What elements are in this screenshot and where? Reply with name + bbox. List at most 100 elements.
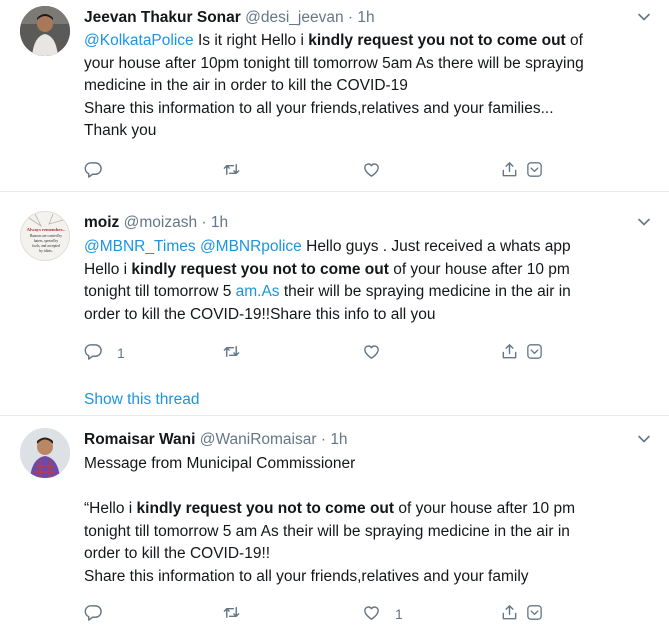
avatar[interactable] xyxy=(20,6,70,56)
tweet-header: Romaisar Wani @WaniRomaisar · 1h xyxy=(84,430,348,450)
share-icon xyxy=(500,160,519,182)
text-segment: order to kill the COVID-19!!Share this i… xyxy=(84,305,436,323)
like-icon xyxy=(362,342,381,364)
reply-icon xyxy=(84,342,103,364)
caret-down-icon[interactable] xyxy=(637,10,651,24)
tweet[interactable]: Always remember... Rumors are carried by… xyxy=(0,200,669,416)
inline-link[interactable]: am.As xyxy=(236,283,280,300)
like-button[interactable] xyxy=(362,342,395,364)
text-segment: of your house after 10 pm xyxy=(388,260,570,278)
display-name[interactable]: moiz xyxy=(84,214,119,231)
tweet-actions: 1 xyxy=(84,342,554,364)
tweet-line: medicine in the air in order to kill the… xyxy=(84,75,644,98)
tweet-line: Message from Municipal Commissioner xyxy=(84,453,644,476)
tweet-line: order to kill the COVID-19!! xyxy=(84,543,644,566)
more-share-icon xyxy=(525,342,544,364)
more-share-button[interactable] xyxy=(525,342,544,364)
retweet-button[interactable] xyxy=(222,160,255,182)
svg-text:by idiots.: by idiots. xyxy=(39,249,52,253)
tweet-text: @KolkataPolice Is it right Hello i kindl… xyxy=(84,30,644,143)
mention-link[interactable]: @MBNRpolice xyxy=(200,238,302,255)
more-share-button[interactable] xyxy=(525,160,544,182)
tweet-line: “Hello i kindly request you not to come … xyxy=(84,498,644,521)
reply-button[interactable] xyxy=(84,603,117,625)
tweet-actions xyxy=(84,160,554,182)
tweet-line: order to kill the COVID-19!!Share this i… xyxy=(84,304,644,327)
tweet-line: tonight till tomorrow 5 am.As their will… xyxy=(84,281,644,304)
text-segment: Message from Municipal Commissioner xyxy=(84,455,356,472)
retweet-button[interactable] xyxy=(222,342,255,364)
timestamp[interactable]: 1h xyxy=(330,431,347,448)
svg-text:Rumors are carried by: Rumors are carried by xyxy=(30,234,62,238)
caret-down-icon[interactable] xyxy=(637,215,651,229)
text-segment: of your house after 10 pm xyxy=(394,500,575,517)
display-name[interactable]: Jeevan Thakur Sonar xyxy=(84,9,241,26)
display-name[interactable]: Romaisar Wani xyxy=(84,431,195,448)
avatar[interactable] xyxy=(20,428,70,478)
text-segment: Thank you xyxy=(84,122,157,139)
text-segment: Share this information to all your frien… xyxy=(84,99,554,117)
reply-button[interactable] xyxy=(84,160,117,182)
separator-dot: · xyxy=(201,214,207,231)
text-segment: “Hello i xyxy=(84,500,137,517)
tweet-line: your house after 10pm tonight till tomor… xyxy=(84,53,644,76)
tweet-line: @KolkataPolice Is it right Hello i kindl… xyxy=(84,30,644,53)
text-segment: Hello i xyxy=(84,260,132,278)
tweet-text: @MBNR_Times @MBNRpolice Hello guys . Jus… xyxy=(84,236,644,326)
like-icon xyxy=(362,603,381,625)
mention-link[interactable]: @MBNR_Times xyxy=(84,238,196,255)
reply-button[interactable]: 1 xyxy=(84,342,125,364)
text-segment: of xyxy=(565,32,583,49)
separator-dot: · xyxy=(347,9,354,26)
tweet-line: Share this information to all your frien… xyxy=(84,566,644,589)
text-segment: Is it right Hello i xyxy=(193,32,309,49)
reply-icon xyxy=(84,603,103,625)
more-share-icon xyxy=(525,160,544,182)
handle[interactable]: @moizash xyxy=(124,214,197,231)
tweet-line: @MBNR_Times @MBNRpolice Hello guys . Jus… xyxy=(84,236,644,259)
retweet-icon xyxy=(222,160,241,182)
share-button[interactable] xyxy=(500,342,519,364)
text-segment: medicine in the air in order to kill the… xyxy=(84,77,408,94)
highlighted-text: kindly request you not to come out xyxy=(136,500,395,517)
tweet-header: Jeevan Thakur Sonar @desi_jeevan · 1h xyxy=(84,8,375,28)
more-share-button[interactable] xyxy=(525,603,544,625)
retweet-button[interactable] xyxy=(222,603,255,625)
svg-text:Always remember...: Always remember... xyxy=(27,227,66,232)
separator-dot: · xyxy=(320,431,326,448)
text-segment: tonight till tomorrow 5 am As their will… xyxy=(84,522,570,540)
show-thread-link[interactable]: Show this thread xyxy=(84,391,199,409)
tweet[interactable]: Jeevan Thakur Sonar @desi_jeevan · 1h @K… xyxy=(0,0,669,192)
highlighted-text: kindly request you not to come out xyxy=(308,32,566,49)
line-break xyxy=(84,476,644,499)
avatar[interactable]: Always remember... Rumors are carried by… xyxy=(20,211,70,261)
text-segment: Hello guys . Just received a whats app xyxy=(301,238,571,255)
handle[interactable]: @WaniRomaisar xyxy=(200,431,317,448)
tweet-text: Message from Municipal Commissioner “Hell… xyxy=(84,453,644,588)
timestamp[interactable]: 1h xyxy=(211,214,228,231)
like-button[interactable]: 1 xyxy=(362,603,403,625)
more-share-icon xyxy=(525,603,544,625)
tweet-header: moiz @moizash · 1h xyxy=(84,213,228,233)
text-segment: their will be spraying medicine in the a… xyxy=(279,283,571,300)
reply-count: 1 xyxy=(117,345,125,361)
highlighted-text: kindly request you not to come out xyxy=(131,260,389,278)
share-icon xyxy=(500,603,519,625)
text-segment: your house after 10pm tonight till tomor… xyxy=(84,54,584,72)
tweet-actions: 1 xyxy=(84,603,554,625)
like-button[interactable] xyxy=(362,160,395,182)
tweet-line: tonight till tomorrow 5 am As their will… xyxy=(84,521,644,544)
caret-down-icon[interactable] xyxy=(637,432,651,446)
text-segment: Share this information to all your frien… xyxy=(84,567,529,585)
timestamp[interactable]: 1h xyxy=(357,9,374,26)
share-icon xyxy=(500,342,519,364)
handle[interactable]: @desi_jeevan xyxy=(245,9,343,26)
reply-icon xyxy=(84,160,103,182)
mention-link[interactable]: @KolkataPolice xyxy=(84,32,194,49)
share-button[interactable] xyxy=(500,160,519,182)
retweet-icon xyxy=(222,342,241,364)
like-icon xyxy=(362,160,381,182)
like-count: 1 xyxy=(395,606,403,622)
tweet[interactable]: Romaisar Wani @WaniRomaisar · 1h Message… xyxy=(0,417,669,638)
share-button[interactable] xyxy=(500,603,519,625)
